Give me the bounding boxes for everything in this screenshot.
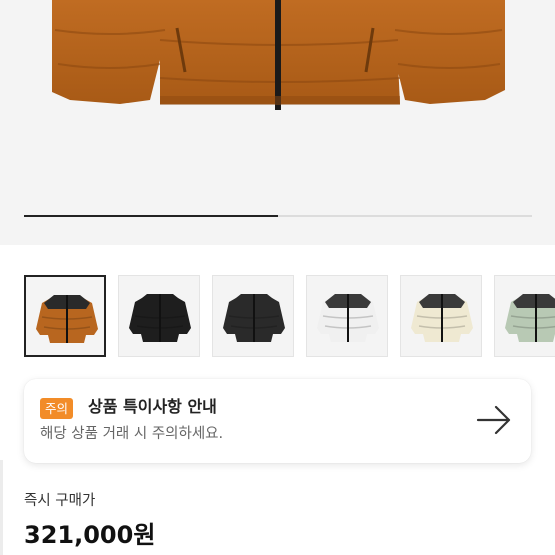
notice-title: 상품 특이사항 안내 xyxy=(88,397,217,416)
carousel-progress-fill xyxy=(24,215,278,217)
jacket-thumbnail-image xyxy=(129,294,191,342)
color-thumbnail-cream[interactable] xyxy=(400,275,482,357)
color-thumbnail-black-glossy[interactable] xyxy=(212,275,294,357)
caution-badge: 주의 xyxy=(40,398,74,419)
section-divider xyxy=(0,460,3,555)
color-thumbnail-brown[interactable] xyxy=(24,275,106,357)
jacket-thumbnail-image xyxy=(411,294,473,342)
color-thumbnail-sage[interactable] xyxy=(494,275,555,357)
instant-buy-price-label: 즉시 구매가 xyxy=(24,493,96,509)
product-notice-card[interactable]: 주의 상품 특이사항 안내 해당 상품 거래 시 주의하세요. xyxy=(24,379,531,463)
jacket-thumbnail-image xyxy=(505,294,555,342)
jacket-thumbnail-image xyxy=(223,294,285,342)
color-thumbnail-black[interactable] xyxy=(118,275,200,357)
carousel-progress-track xyxy=(24,215,532,217)
jacket-thumbnail-image xyxy=(36,295,98,343)
jacket-thumbnail-image xyxy=(317,294,379,342)
product-hero-image[interactable] xyxy=(0,0,555,245)
puffer-jacket-image xyxy=(52,0,505,110)
color-thumbnail-white[interactable] xyxy=(306,275,388,357)
color-thumbnail-list xyxy=(24,275,555,357)
notice-subtitle: 해당 상품 거래 시 주의하세요. xyxy=(40,426,224,442)
arrow-right-icon[interactable] xyxy=(476,405,512,435)
instant-buy-price: 321,000원 xyxy=(24,521,156,549)
